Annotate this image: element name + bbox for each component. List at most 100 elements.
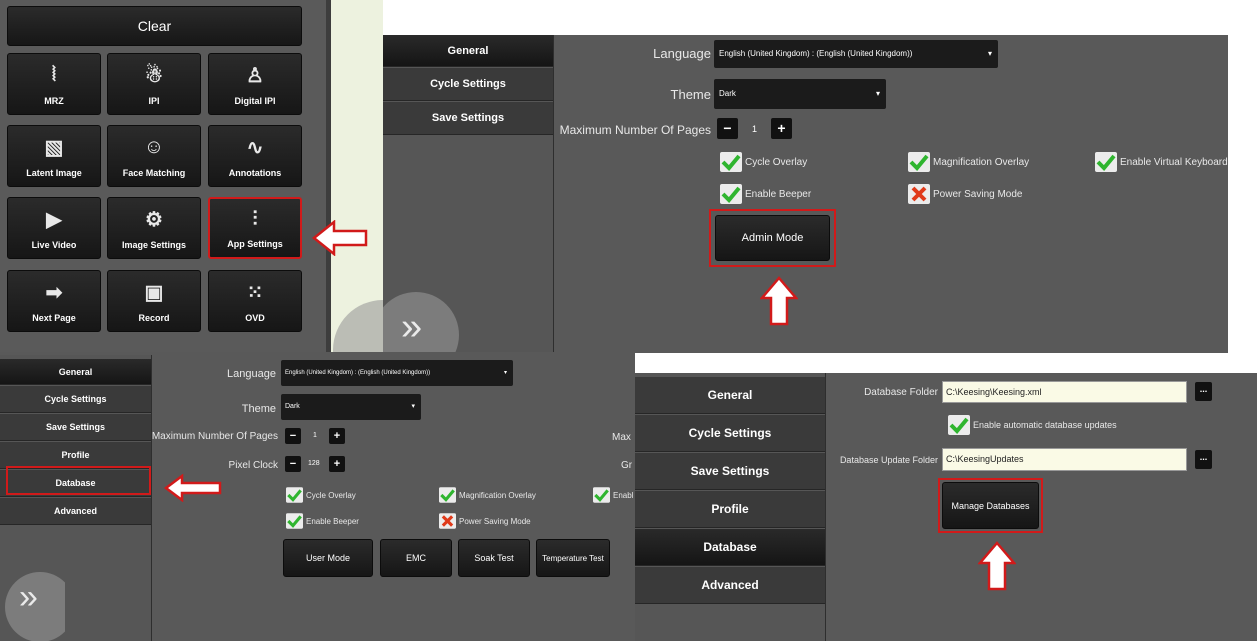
update-folder-label: Database Update Folder [839, 455, 938, 465]
emc-button[interactable]: EMC [380, 539, 452, 577]
admin-tab-general[interactable]: General [0, 359, 151, 385]
power-saving-checkbox[interactable]: Power Saving Mode [908, 184, 1023, 204]
admin-decrement-button[interactable]: − [285, 428, 301, 444]
save-icon: ▣ [144, 281, 164, 304]
check-icon [439, 487, 456, 503]
update-folder-input[interactable]: C:\KeesingUpdates [942, 448, 1187, 471]
magnification-overlay-label: Magnification Overlay [933, 156, 1030, 168]
admin-tab-save-settings[interactable]: Save Settings [0, 414, 151, 441]
check-icon [948, 415, 970, 435]
pixel-clock-increment-button[interactable]: + [329, 456, 345, 472]
digital-ipi-icon: ♙ [246, 64, 264, 87]
cycle-overlay-checkbox[interactable]: Cycle Overlay [720, 152, 807, 172]
max-pages-label: Maximum Number Of Pages [559, 123, 711, 137]
db-folder-input[interactable]: C:\Keesing\Keesing.xml [942, 381, 1187, 403]
update-folder-browse-button[interactable]: ... [1195, 450, 1212, 469]
admin-mode-label: Admin Mode [741, 232, 804, 244]
increment-button[interactable]: + [771, 118, 792, 139]
auto-updates-checkbox[interactable]: Enable automatic database updates [948, 415, 1117, 435]
db-tab-advanced[interactable]: Advanced [635, 567, 825, 604]
temperature-test-button[interactable]: Temperature Test [536, 539, 610, 577]
db-tab-cycle-settings[interactable]: Cycle Settings [635, 415, 825, 452]
decrement-button[interactable]: − [717, 118, 738, 139]
clear-button[interactable]: Clear [7, 6, 302, 46]
tile-digital-ipi-button[interactable]: ♙ Digital IPI [208, 53, 302, 115]
db-folder-browse-button[interactable]: ... [1195, 382, 1212, 401]
admin-tab-profile[interactable]: Profile [0, 442, 151, 469]
chevron-down-icon: ▾ [411, 403, 415, 410]
admin-max-pages-value: 1 [313, 432, 317, 439]
manage-databases-button[interactable]: Manage Databases [942, 482, 1039, 529]
admin-enable-beeper-checkbox[interactable]: Enable Beeper [286, 513, 359, 529]
tile-app-settings-button[interactable]: ⫶ App Settings [208, 197, 302, 259]
virtual-keyboard-label: Enable Virtual Keyboard [1120, 156, 1228, 168]
tile-image-settings-button[interactable]: ⚙ Image Settings [107, 197, 201, 259]
tile-face-matching-button[interactable]: ☺ Face Matching [107, 125, 201, 187]
pixel-clock-label: Pixel Clock [228, 460, 278, 471]
admin-next-arrow-button[interactable]: » [5, 572, 65, 641]
check-icon [286, 487, 303, 503]
tile-label: Live Video [31, 240, 77, 250]
theme-select[interactable]: Dark ▾ [714, 79, 886, 109]
db-tab-database[interactable]: Database [635, 529, 825, 566]
arrow-up-annotation-icon [978, 541, 1016, 591]
tile-label: Face Matching [122, 168, 186, 178]
db-tab-save-settings[interactable]: Save Settings [635, 453, 825, 490]
tab-save-settings[interactable]: Save Settings [383, 102, 553, 135]
admin-magnification-overlay-label: Magnification Overlay [459, 490, 536, 500]
check-icon [720, 152, 742, 172]
tab-general[interactable]: General [383, 35, 553, 67]
admin-tab-cycle-settings[interactable]: Cycle Settings [0, 386, 151, 413]
admin-increment-button[interactable]: + [329, 428, 345, 444]
admin-cycle-overlay-checkbox[interactable]: Cycle Overlay [286, 487, 356, 503]
db-folder-value: C:\Keesing\Keesing.xml [946, 387, 1042, 397]
admin-enable-cut-checkbox[interactable]: Enabl [593, 487, 633, 503]
admin-theme-select[interactable]: Dark ▾ [281, 394, 421, 420]
pixel-clock-value: 128 [308, 460, 320, 467]
admin-language-label: Language [227, 368, 276, 380]
db-tab-profile[interactable]: Profile [635, 491, 825, 528]
settings-db-sidebar: General Cycle Settings Save Settings Pro… [635, 373, 826, 641]
tab-cycle-settings[interactable]: Cycle Settings [383, 68, 553, 101]
db-tab-general[interactable]: General [635, 377, 825, 414]
check-icon [720, 184, 742, 204]
admin-mode-button[interactable]: Admin Mode [715, 215, 830, 261]
admin-language-select[interactable]: English (United Kingdom) : (English (Uni… [281, 360, 513, 386]
magnification-overlay-checkbox[interactable]: Magnification Overlay [908, 152, 1029, 172]
tile-label: Annotations [228, 168, 282, 178]
tile-next-page-button[interactable]: ➡ Next Page [7, 270, 101, 332]
update-folder-value: C:\KeesingUpdates [946, 454, 1024, 464]
language-select[interactable]: English (United Kingdom) : (English (Uni… [714, 40, 998, 68]
pixel-clock-decrement-button[interactable]: − [285, 456, 301, 472]
chevron-down-icon: ▾ [875, 89, 880, 98]
double-chevron-icon: » [19, 578, 38, 616]
admin-magnification-overlay-checkbox[interactable]: Magnification Overlay [439, 487, 536, 503]
tile-record-button[interactable]: ▣ Record [107, 270, 201, 332]
database-tab-highlight [6, 466, 151, 495]
annotations-icon: ∿ [246, 136, 264, 159]
tile-live-video-button[interactable]: ▶ Live Video [7, 197, 101, 259]
check-icon [1095, 152, 1117, 172]
theme-label: Theme [670, 87, 711, 102]
admin-tab-advanced[interactable]: Advanced [0, 498, 151, 525]
enable-beeper-checkbox[interactable]: Enable Beeper [720, 184, 811, 204]
sliders-icon: ⫶ [252, 207, 258, 230]
virtual-keyboard-checkbox[interactable]: Enable Virtual Keyboard [1095, 152, 1228, 172]
tile-ovd-button[interactable]: ⁙ OVD [208, 270, 302, 332]
admin-max-pages-label: Maximum Number Of Pages [151, 431, 278, 442]
tile-annotations-button[interactable]: ∿ Annotations [208, 125, 302, 187]
tile-label: OVD [245, 313, 265, 323]
cut-label-max: Max [612, 432, 631, 443]
tile-latent-image-button[interactable]: ▧ Latent Image [7, 125, 101, 187]
enable-beeper-label: Enable Beeper [745, 188, 812, 200]
tile-ipi-button[interactable]: ☃ IPI [107, 53, 201, 115]
admin-language-value: English (United Kingdom) : (English (Uni… [285, 370, 431, 376]
cross-icon [908, 184, 930, 204]
admin-power-saving-checkbox[interactable]: Power Saving Mode [439, 513, 531, 529]
soak-test-button[interactable]: Soak Test [458, 539, 530, 577]
tile-label: Image Settings [121, 240, 186, 250]
tile-mrz-button[interactable]: ⦚ MRZ [7, 53, 101, 115]
power-saving-label: Power Saving Mode [933, 188, 1023, 200]
tile-label: IPI [148, 96, 160, 106]
user-mode-button[interactable]: User Mode [283, 539, 373, 577]
